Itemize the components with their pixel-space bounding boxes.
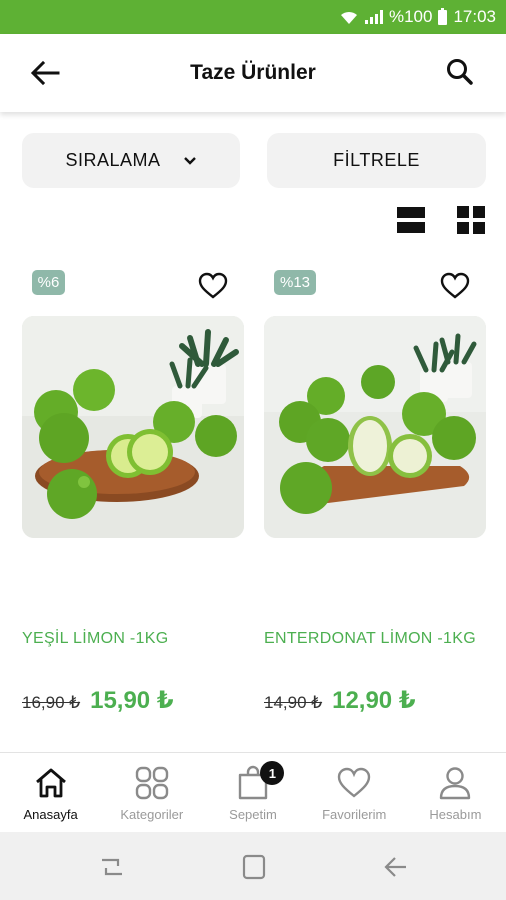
heart-icon[interactable] <box>198 272 228 300</box>
system-navigation-bar <box>0 832 506 900</box>
old-price: 14,90 ₺ <box>264 693 323 712</box>
filter-label: FİLTRELE <box>333 150 420 170</box>
categories-icon <box>135 766 168 800</box>
signal-icon <box>364 10 383 24</box>
product-name[interactable]: YEŞİL LİMON -1KG <box>22 630 168 648</box>
tab-label: Kategoriler <box>120 807 184 822</box>
back-button-icon[interactable] <box>382 854 410 880</box>
home-icon <box>35 768 66 798</box>
tab-label: Anasayfa <box>23 807 78 822</box>
product-image[interactable] <box>22 316 244 538</box>
search-icon[interactable] <box>444 56 476 88</box>
old-price: 16,90 ₺ <box>22 693 81 712</box>
list-view-icon[interactable] <box>397 207 425 233</box>
tab-categories[interactable]: Kategoriler <box>101 753 202 831</box>
sort-button[interactable]: SIRALAMA <box>22 133 240 188</box>
cart-count-badge: 1 <box>260 761 285 785</box>
price-row: 16,90 ₺ 15,90 ₺ <box>22 686 174 715</box>
app-header: Taze Ürünler <box>0 34 506 112</box>
battery-icon <box>438 7 448 25</box>
product-name[interactable]: ENTERDONAT LİMON -1KG <box>264 630 476 648</box>
wifi-icon <box>340 11 357 24</box>
recent-apps-icon[interactable] <box>98 854 126 880</box>
tab-label: Hesabım <box>429 807 482 822</box>
filter-button[interactable]: FİLTRELE <box>267 133 486 188</box>
product-image[interactable] <box>264 316 486 538</box>
new-price: 15,90 ₺ <box>90 687 174 714</box>
grid-view-icon[interactable] <box>457 206 485 234</box>
tab-home[interactable]: Anasayfa <box>0 753 101 831</box>
page-title: Taze Ürünler <box>190 61 316 84</box>
discount-badge: %6 <box>32 270 65 295</box>
tab-favorites[interactable]: Favorilerim <box>304 753 405 831</box>
heart-icon <box>338 767 371 798</box>
new-price: 12,90 ₺ <box>332 687 416 714</box>
sort-label: SIRALAMA <box>65 150 161 170</box>
status-bar: %100 17:03 <box>0 0 506 34</box>
chevron-down-icon <box>183 156 196 165</box>
tab-label: Favorilerim <box>322 807 387 822</box>
user-icon <box>440 767 471 800</box>
tab-cart[interactable]: 1 Sepetim <box>202 753 303 831</box>
tab-label: Sepetim <box>229 807 277 822</box>
clock: 17:03 <box>453 7 496 26</box>
product-card[interactable]: %13 ENTERDONAT LİMON -1KG 14,90 ₺ 12,90 … <box>264 262 486 722</box>
price-row: 14,90 ₺ 12,90 ₺ <box>264 686 416 715</box>
arrow-left-icon[interactable] <box>28 58 62 88</box>
home-button-icon[interactable] <box>240 854 268 880</box>
discount-badge: %13 <box>274 270 316 295</box>
product-card[interactable]: %6 YEŞİL LİMON -1KG 16,90 ₺ 15,90 ₺ <box>22 262 244 722</box>
tab-account[interactable]: Hesabım <box>405 753 506 831</box>
bottom-tab-bar: Anasayfa Kategoriler 1 Sepetim Favoriler… <box>0 753 506 831</box>
heart-icon[interactable] <box>440 272 470 300</box>
battery-percent: %100 <box>388 7 433 26</box>
